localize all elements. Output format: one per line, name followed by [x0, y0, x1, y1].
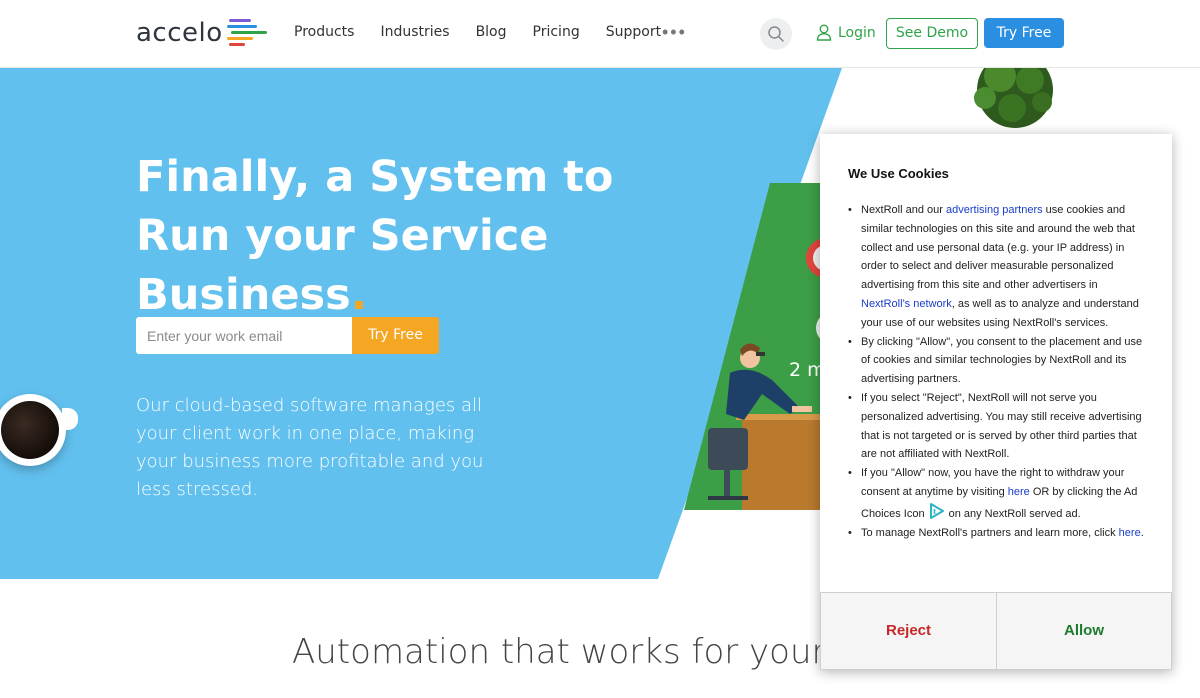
search-icon: [768, 26, 784, 42]
cookie-consent-dialog: We Use Cookies NextRoll and our advertis…: [820, 134, 1172, 670]
nextroll-network-link[interactable]: NextRoll's network: [861, 298, 952, 310]
nav-blog[interactable]: Blog: [476, 24, 507, 40]
hero-subtext: Our cloud-based software manages all you…: [136, 395, 484, 500]
header-try-free-button[interactable]: Try Free: [984, 18, 1064, 48]
cookie-text: .: [1140, 526, 1144, 539]
nav-industries[interactable]: Industries: [380, 24, 449, 40]
list-item: To manage NextRoll's partners and learn …: [848, 524, 1148, 543]
logo-text: accelo: [136, 18, 223, 48]
logo-bars-icon: [226, 18, 267, 48]
allow-button[interactable]: Allow: [996, 592, 1172, 670]
headline-text: Finally, a System to Run your Service Bu…: [136, 152, 614, 320]
nav-pricing[interactable]: Pricing: [533, 24, 580, 40]
cookie-actions: Reject Allow: [820, 592, 1172, 670]
login-link[interactable]: Login: [816, 24, 876, 41]
advertising-partners-link[interactable]: advertising partners: [946, 204, 1043, 216]
hero-try-free-button[interactable]: Try Free: [352, 317, 439, 354]
main-nav: Products Industries Blog Pricing Support: [294, 24, 687, 40]
see-demo-button[interactable]: See Demo: [886, 18, 978, 49]
list-item: If you select "Reject", NextRoll will no…: [848, 389, 1148, 464]
section-title: Automation that works for your bus: [292, 632, 898, 672]
list-item: NextRoll and our advertising partners us…: [848, 201, 1148, 333]
headline-dot: .: [350, 270, 368, 320]
search-button[interactable]: [760, 18, 792, 50]
cookie-text: If you select "Reject", NextRoll will no…: [861, 391, 1142, 461]
hero-headline: Finally, a System to Run your Service Bu…: [136, 148, 696, 325]
cookie-terms-list: NextRoll and our advertising partners us…: [848, 201, 1148, 542]
nav-more-button[interactable]: •••: [662, 22, 687, 43]
cookie-title: We Use Cookies: [848, 166, 949, 181]
manage-partners-link[interactable]: here: [1119, 527, 1141, 539]
cookie-text: NextRoll and our: [861, 204, 946, 216]
ad-choices-icon[interactable]: [929, 502, 945, 520]
list-item: By clicking "Allow", you consent to the …: [848, 333, 1148, 389]
cookie-text: To manage NextRoll's partners and learn …: [861, 526, 1119, 539]
nav-products[interactable]: Products: [294, 24, 354, 40]
cookie-text: use cookies and similar technologies on …: [861, 204, 1135, 292]
site-header: accelo Products Industries Blog Pricing …: [0, 0, 1200, 68]
login-label: Login: [838, 24, 876, 41]
list-item: If you "Allow" now, you have the right t…: [848, 464, 1148, 523]
user-icon: [816, 24, 832, 41]
nav-support[interactable]: Support: [606, 24, 661, 40]
withdraw-consent-link[interactable]: here: [1008, 486, 1030, 498]
cookie-text: By clicking "Allow", you consent to the …: [861, 335, 1143, 386]
accelo-logo[interactable]: accelo: [136, 17, 267, 49]
reject-button[interactable]: Reject: [820, 592, 996, 670]
work-email-input[interactable]: [136, 317, 352, 354]
cookie-text: on any NextRoll served ad.: [948, 507, 1081, 520]
